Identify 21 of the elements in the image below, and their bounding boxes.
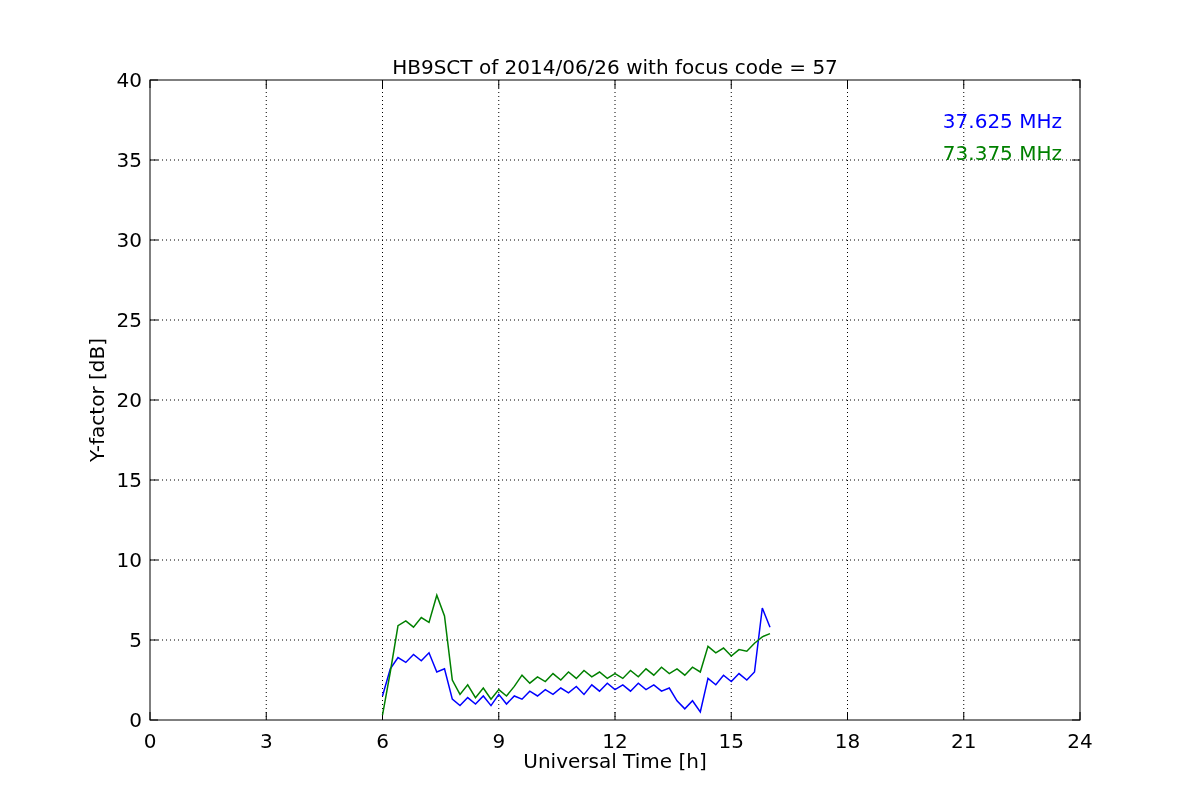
chart-title: HB9SCT of 2014/06/26 with focus code = 57 [392, 55, 838, 79]
tick-label: 30 [116, 228, 142, 252]
tick-label: 18 [834, 729, 861, 753]
tick-label: 21 [951, 729, 977, 753]
tick-label: 9 [492, 729, 506, 753]
tick-label: 10 [116, 548, 142, 572]
tick-label: 25 [116, 308, 142, 332]
tick-label: 0 [129, 708, 142, 732]
y-axis-label: Y-factor [dB] [85, 338, 109, 462]
tick-label: 5 [129, 628, 142, 652]
tick-label: 35 [116, 148, 142, 172]
tick-label: 3 [259, 729, 273, 753]
tick-label: 6 [376, 729, 389, 753]
tick-label: 0 [143, 729, 157, 753]
legend-label: 73.375 MHz [942, 141, 1062, 165]
tick-label: 20 [116, 388, 142, 412]
tick-label: 15 [116, 468, 142, 492]
legend-label: 37.625 MHz [942, 109, 1062, 133]
tick-label: 15 [718, 729, 744, 753]
tick-label: 40 [116, 68, 142, 92]
tick-label: 24 [1067, 729, 1093, 753]
